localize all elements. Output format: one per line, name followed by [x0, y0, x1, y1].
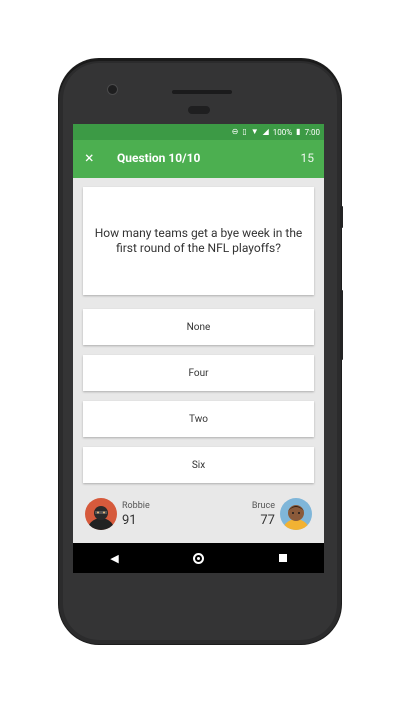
- signal-icon: ◢: [262, 127, 269, 136]
- wifi-icon: ▼: [250, 127, 259, 136]
- answer-button-4[interactable]: Six: [83, 447, 314, 483]
- dnd-icon: ⊖: [231, 127, 239, 136]
- status-bar: ⊖ ▯ ▼ ◢ 100% ▮ 7:00: [73, 124, 324, 140]
- answer-label: Six: [191, 459, 206, 471]
- player-left-name: Robbie: [122, 501, 150, 511]
- proximity-sensor: [188, 106, 210, 114]
- battery-percent: 100%: [272, 127, 293, 137]
- avatar-right: [280, 498, 312, 530]
- battery-icon: ▮: [296, 127, 301, 136]
- vibrate-icon: ▯: [242, 127, 247, 136]
- player-right-name: Bruce: [251, 501, 275, 511]
- answer-label: Four: [188, 367, 209, 379]
- app-bar: × Question 10/10 15: [73, 140, 324, 178]
- avatar-left: [85, 498, 117, 530]
- player-right-score: 77: [260, 513, 275, 528]
- recent-apps-icon[interactable]: [278, 554, 287, 562]
- close-icon[interactable]: ×: [85, 149, 94, 167]
- players-bar: Robbie 91 Bruce 77: [73, 492, 324, 543]
- player-avatar-icon: [85, 498, 117, 530]
- answer-label: None: [186, 321, 211, 333]
- countdown-timer: 15: [300, 151, 315, 165]
- answer-button-2[interactable]: Four: [83, 355, 314, 391]
- player-left-score: 91: [122, 513, 137, 528]
- page-title: Question 10/10: [117, 151, 201, 165]
- question-card: How many teams get a bye week in the fir…: [83, 187, 314, 295]
- clock: 7:00: [304, 127, 320, 137]
- earpiece-speaker: [172, 90, 232, 94]
- answer-label: Two: [189, 413, 208, 425]
- player-avatar-icon: [280, 498, 312, 530]
- back-icon[interactable]: ◀: [110, 552, 118, 565]
- volume-button: [340, 290, 343, 360]
- screen: ⊖ ▯ ▼ ◢ 100% ▮ 7:00 × Question 10/10 15 …: [73, 124, 324, 573]
- question-text: How many teams get a bye week in the fir…: [94, 226, 303, 255]
- answer-button-1[interactable]: None: [83, 309, 314, 345]
- answer-button-3[interactable]: Two: [83, 401, 314, 437]
- navigation-bar: ◀: [73, 543, 324, 573]
- power-button: [340, 206, 343, 228]
- home-icon[interactable]: [193, 552, 205, 564]
- front-camera: [107, 84, 118, 95]
